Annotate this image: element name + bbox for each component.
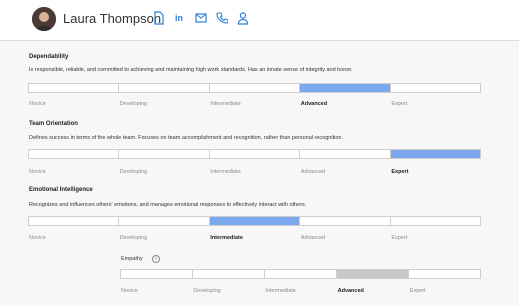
- rating-expert[interactable]: [391, 84, 480, 92]
- rating-expert[interactable]: [391, 217, 480, 225]
- rating-scale[interactable]: [28, 149, 481, 159]
- level-label: Developing: [193, 288, 221, 294]
- level-label: Developing: [119, 235, 148, 241]
- rating-labels: Novice Developing Intermediate Advanced …: [29, 169, 482, 175]
- level-label: Expert: [409, 288, 426, 294]
- level-label: Novice: [29, 169, 46, 175]
- person-icon[interactable]: [237, 11, 249, 25]
- rating-intermediate[interactable]: [265, 270, 337, 278]
- rating-scale[interactable]: [28, 83, 481, 93]
- sub-competency-title: Empathy: [121, 256, 143, 262]
- rating-advanced[interactable]: [300, 217, 391, 225]
- rating-developing[interactable]: [193, 270, 265, 278]
- avatar: [32, 7, 56, 31]
- level-label: Intermediate: [265, 288, 296, 294]
- rating-novice[interactable]: [29, 217, 120, 225]
- level-label-selected: Expert: [391, 169, 409, 175]
- competency-title: Team Orientation: [29, 121, 78, 127]
- level-label: Novice: [29, 235, 46, 241]
- phone-icon[interactable]: [216, 11, 228, 25]
- level-label-selected: Intermediate: [210, 235, 243, 241]
- sub-rating-scale[interactable]: [120, 269, 481, 279]
- rating-intermediate[interactable]: [210, 84, 301, 92]
- level-label: Expert: [391, 101, 408, 107]
- level-label: Developing: [119, 169, 148, 175]
- rating-labels: Novice Developing Intermediate Advanced …: [29, 235, 482, 241]
- rating-intermediate[interactable]: [209, 217, 301, 225]
- competencies-panel: Dependability Is responsible, reliable, …: [0, 41, 519, 306]
- email-icon[interactable]: [195, 11, 207, 25]
- rating-advanced[interactable]: [300, 84, 391, 92]
- level-label: Advanced: [300, 169, 326, 175]
- competency-description: Recognizes and influences others' emotio…: [29, 202, 307, 208]
- rating-scale[interactable]: [28, 216, 481, 226]
- rating-novice[interactable]: [121, 270, 193, 278]
- rating-expert[interactable]: [390, 150, 481, 158]
- competency-description: Is responsible, reliable, and committed …: [29, 67, 353, 73]
- level-label: Novice: [29, 101, 46, 107]
- contact-icons: in: [153, 11, 249, 27]
- level-label: Expert: [391, 235, 408, 241]
- rating-expert[interactable]: [409, 270, 480, 278]
- rating-novice[interactable]: [29, 84, 120, 92]
- competency-title: Dependability: [29, 54, 69, 60]
- competency-title: Emotional Intelligence: [29, 187, 93, 193]
- level-label: Advanced: [300, 235, 326, 241]
- info-icon[interactable]: i: [152, 255, 160, 263]
- svg-text:in: in: [175, 13, 183, 23]
- rating-developing[interactable]: [119, 150, 210, 158]
- profile-name: Laura Thompson: [63, 11, 162, 26]
- profile-header: Laura Thompson in: [0, 0, 519, 41]
- rating-advanced[interactable]: [300, 150, 391, 158]
- level-label: Novice: [121, 288, 138, 294]
- rating-developing[interactable]: [119, 217, 210, 225]
- level-label: Intermediate: [210, 101, 241, 107]
- competency-description: Defines success in terms of the whole te…: [29, 135, 343, 141]
- document-icon[interactable]: [153, 11, 165, 25]
- level-label-selected: Advanced: [300, 101, 328, 107]
- level-label: Intermediate: [210, 169, 241, 175]
- sub-rating-labels: Novice Developing Intermediate Advanced …: [121, 288, 482, 294]
- level-label: Developing: [119, 101, 148, 107]
- rating-advanced[interactable]: [337, 270, 409, 278]
- rating-novice[interactable]: [29, 150, 120, 158]
- level-label-selected: Advanced: [337, 288, 364, 294]
- rating-labels: Novice Developing Intermediate Advanced …: [29, 101, 482, 107]
- rating-developing[interactable]: [119, 84, 210, 92]
- linkedin-icon[interactable]: in: [174, 11, 186, 25]
- rating-intermediate[interactable]: [210, 150, 301, 158]
